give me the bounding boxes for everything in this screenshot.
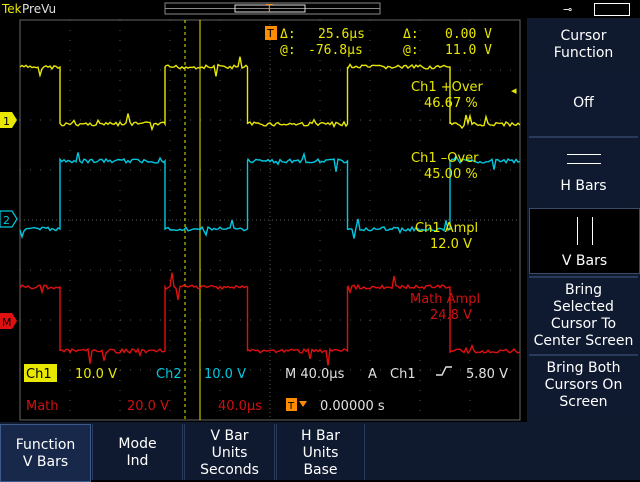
math-scale: 20.0 V (127, 399, 169, 414)
power-plug-icon: ⊸ (563, 3, 573, 16)
delta-volt-label: Δ: (403, 27, 419, 42)
bring-both-line1: Bring Both (546, 360, 621, 376)
bottom-button-hbar-units[interactable]: H Bar Units Base (276, 424, 365, 480)
ch2-ground-marker[interactable]: 2 (0, 210, 18, 228)
timebase: M 40.0µs (285, 367, 345, 382)
at-volt-label: @: (403, 43, 419, 58)
measurement-3-label: Ch1 Ampl (415, 221, 478, 236)
ch1-scale: 10.0 V (75, 367, 117, 382)
bottom-button-function-line1: Function (15, 437, 76, 453)
bottom-button-hbar-line1: H Bar (301, 428, 340, 444)
acquisition-state: A (368, 367, 377, 382)
bottom-button-vbar-units[interactable]: V Bar Units Seconds (184, 424, 275, 480)
trigger-source: Ch1 (390, 367, 416, 382)
bring-both-line2: Cursors On (544, 377, 623, 393)
bottom-button-vbar-line2: Units (211, 445, 248, 461)
measurement-4-value: 24.8 V (430, 308, 472, 323)
v-bars-button[interactable]: V Bars (529, 208, 640, 274)
svg-text:T: T (266, 27, 274, 40)
trigger-level: 5.80 V (466, 367, 508, 382)
math-status-label: Math (26, 399, 59, 414)
h-bars-button[interactable]: H Bars (529, 140, 638, 204)
svg-text:T: T (287, 401, 295, 412)
bring-selected-line3: Cursor To (550, 316, 617, 332)
at-time-label: @: (280, 43, 296, 58)
bottom-button-hbar-line2: Units (302, 445, 339, 461)
bottom-button-mode-line1: Mode (118, 436, 157, 452)
h-bars-label: H Bars (560, 178, 607, 194)
bring-selected-cursor-button[interactable]: Bring Selected Cursor To Center Screen (529, 282, 638, 352)
v-bars-icon (576, 217, 593, 245)
bottom-button-mode-line2: Ind (126, 453, 149, 469)
bring-selected-line4: Center Screen (533, 333, 634, 349)
battery-icon (594, 3, 630, 16)
trigger-arrow-icon (299, 401, 307, 407)
measurement-1-label: Ch1 +Over (411, 80, 484, 95)
trigger-position-marker[interactable]: T (265, 26, 277, 40)
ch1-status-label: Ch1 (26, 367, 52, 382)
svg-text:M: M (2, 316, 12, 329)
at-time-readout: -76.8µs (308, 43, 363, 58)
delta-time-label: Δ: (280, 27, 296, 42)
bottom-button-vbar-line1: V Bar (210, 428, 249, 444)
trigger-position: 0.00000 s (320, 399, 385, 414)
svg-text:1: 1 (3, 115, 10, 128)
brand-logo: Tek (1, 2, 22, 16)
v-bars-label: V Bars (561, 253, 608, 269)
measurement-2-value: 45.00 % (424, 167, 478, 182)
bottom-button-vbar-line3: Seconds (200, 462, 259, 478)
side-menu-title-line1: Cursor (560, 28, 607, 44)
level-arrow-icon: ◂ (511, 84, 517, 97)
bottom-button-hbar-line3: Base (303, 462, 338, 478)
acquisition-mode: PreVu (22, 2, 56, 16)
trigger-position-marker-top: T (265, 2, 273, 15)
bottom-button-function[interactable]: Function V Bars (0, 424, 91, 482)
side-menu-title: Cursor Function (529, 28, 638, 68)
rising-edge-icon (436, 366, 452, 376)
measurement-1-value: 46.67 % (424, 96, 478, 111)
math-timebase: 40.0µs (218, 399, 262, 414)
bring-both-cursors-button[interactable]: Bring Both Cursors On Screen (529, 360, 638, 414)
delta-volt-readout: 0.00 V (445, 27, 492, 42)
measurement-3-value: 12.0 V (430, 237, 472, 252)
cursor-off-label: Off (573, 95, 594, 111)
math-ground-marker[interactable]: M (0, 313, 17, 329)
measurement-4-label: Math Ampl (410, 292, 480, 307)
ch2-scale: 10.0 V (204, 367, 246, 382)
ch2-status-label: Ch2 (156, 367, 182, 382)
side-menu-title-line2: Function (553, 45, 614, 61)
bottom-button-function-line2: V Bars (22, 454, 69, 470)
svg-text:2: 2 (3, 214, 10, 227)
bring-selected-line2: Selected (553, 299, 614, 315)
ch1-ground-marker[interactable]: 1 (0, 112, 17, 128)
delta-time-readout: 25.6µs (318, 27, 365, 42)
bottom-button-mode[interactable]: Mode Ind (92, 424, 183, 480)
measurement-2-label: Ch1 –Over (411, 151, 479, 166)
at-volt-readout: 11.0 V (445, 43, 492, 58)
cursor-off-button[interactable]: Off (529, 72, 638, 134)
bring-selected-line1: Bring (564, 282, 602, 298)
h-bars-icon (566, 154, 601, 164)
bring-both-line3: Screen (559, 394, 608, 410)
